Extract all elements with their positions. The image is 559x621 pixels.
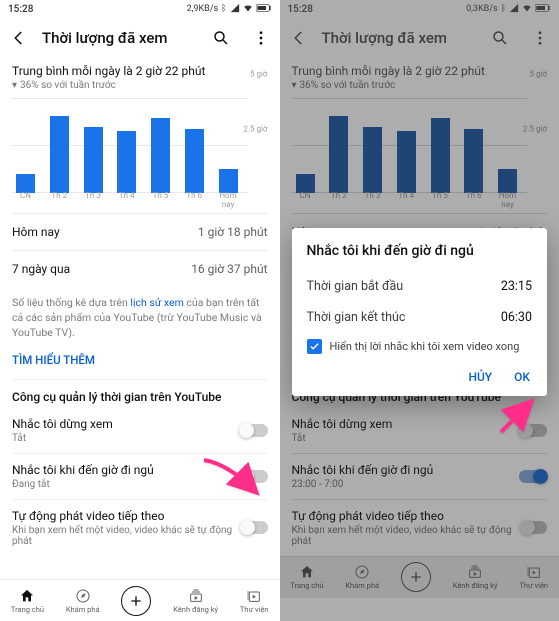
battery-icon xyxy=(256,4,272,15)
app-bar: Thời lượng đã xem xyxy=(0,18,280,58)
toggle-switch[interactable] xyxy=(240,470,268,483)
setting-sub: Tắt xyxy=(12,433,113,444)
bottom-nav: Trang chủ Khám phá Kênh đăng ký Thư viện xyxy=(0,579,280,621)
x-label: Th 2 xyxy=(50,191,69,209)
search-icon[interactable] xyxy=(212,29,230,47)
dialog-title: Nhắc tôi khi đến giờ đi ngủ xyxy=(307,243,533,259)
setting-row[interactable]: Tự động phát video tiếp theo Khi bạn xem … xyxy=(12,499,268,556)
chart-bar xyxy=(84,127,103,193)
section-title: Công cụ quản lý thời gian trên YouTube xyxy=(12,379,268,408)
nav-library[interactable]: Thư viện xyxy=(240,588,269,614)
down-arrow-icon: ▾ xyxy=(12,80,17,91)
x-label: Th 5 xyxy=(151,191,170,209)
chart-bar xyxy=(219,169,238,193)
phone-left: 15:28 2,9KB/s ᛒ Thời lượng đã xem xyxy=(0,0,280,621)
setting-title: Nhắc tôi khi đến giờ đi ngủ xyxy=(12,463,154,477)
watch-time-chart: 2.5 giờ 5 giờ CNTh 2Th 3Th 4Th 5Th 6Hôm … xyxy=(12,99,268,209)
setting-row[interactable]: Nhắc tôi khi đến giờ đi ngủ Đang tắt xyxy=(12,453,268,499)
chart-bar xyxy=(117,131,136,193)
wait-video-checkbox[interactable]: Hiển thị lời nhắc khi tôi xem video xong xyxy=(307,333,533,356)
setting-title: Tự động phát video tiếp theo xyxy=(12,509,241,523)
x-label: Hôm nay xyxy=(219,191,238,209)
bluetooth-icon: ᛒ xyxy=(221,4,226,14)
checkbox-icon xyxy=(307,339,322,354)
toggle-switch[interactable] xyxy=(241,521,267,534)
chart-bar xyxy=(185,129,204,193)
overflow-icon[interactable] xyxy=(252,29,270,47)
phone-right: 15:28 0,3KB/s ᛒ Thời lượng đã xem Trung … xyxy=(280,0,559,621)
status-bar: 15:28 2,9KB/s ᛒ xyxy=(0,0,280,18)
status-time: 15:28 xyxy=(8,4,33,15)
nav-subs[interactable]: Kênh đăng ký xyxy=(173,588,218,614)
chart-bar xyxy=(50,116,69,193)
toggle-switch[interactable] xyxy=(240,424,268,437)
nav-create[interactable] xyxy=(121,586,151,616)
grid-label: 5 giờ xyxy=(250,70,268,79)
bedtime-dialog: Nhắc tôi khi đến giờ đi ngủ Thời gian bắ… xyxy=(292,228,548,396)
setting-row[interactable]: Nhắc tôi dừng xem Tắt xyxy=(12,408,268,453)
status-icons: 2,9KB/s ᛒ xyxy=(187,3,272,16)
summary: Trung bình mỗi ngày là 2 giờ 22 phút ▾ 3… xyxy=(12,58,268,93)
setting-sub: Đang tắt xyxy=(12,479,154,490)
x-label: Th 6 xyxy=(185,191,204,209)
signal-icon xyxy=(230,3,240,16)
start-time-row[interactable]: Thời gian bắt đầu 23:15 xyxy=(307,271,533,302)
stats-note: Số liệu thống kê dựa trên lịch sử xem củ… xyxy=(12,287,268,341)
learn-more-link[interactable]: TÌM HIỂU THÊM xyxy=(12,341,268,379)
setting-sub: Khi bạn xem hết một video, video khác sẽ… xyxy=(12,525,241,547)
history-link[interactable]: lịch sử xem xyxy=(130,296,183,309)
page-title: Thời lượng đã xem xyxy=(42,29,198,47)
content-scroll[interactable]: Trung bình mỗi ngày là 2 giờ 22 phút ▾ 3… xyxy=(0,58,280,579)
x-label: Th 4 xyxy=(117,191,136,209)
cancel-button[interactable]: HỦY xyxy=(468,370,492,384)
setting-title: Nhắc tôi dừng xem xyxy=(12,417,113,431)
nav-explore[interactable]: Khám phá xyxy=(66,588,100,614)
avg-text: Trung bình mỗi ngày là 2 giờ 22 phút xyxy=(12,64,268,78)
grid-label: 2.5 giờ xyxy=(243,125,267,134)
back-icon[interactable] xyxy=(10,29,28,47)
chart-bar xyxy=(151,118,170,193)
nav-home[interactable]: Trang chủ xyxy=(11,588,44,614)
x-label: CN xyxy=(16,191,35,209)
row-today: Hôm nay 1 giờ 18 phút xyxy=(12,213,268,250)
row-week: 7 ngày qua 16 giờ 37 phút xyxy=(12,250,268,287)
end-time-row[interactable]: Thời gian kết thúc 06:30 xyxy=(307,302,533,333)
x-label: Th 3 xyxy=(84,191,103,209)
delta-text: ▾ 36% so với tuần trước xyxy=(12,80,268,91)
wifi-icon xyxy=(243,3,253,16)
ok-button[interactable]: OK xyxy=(514,370,530,384)
